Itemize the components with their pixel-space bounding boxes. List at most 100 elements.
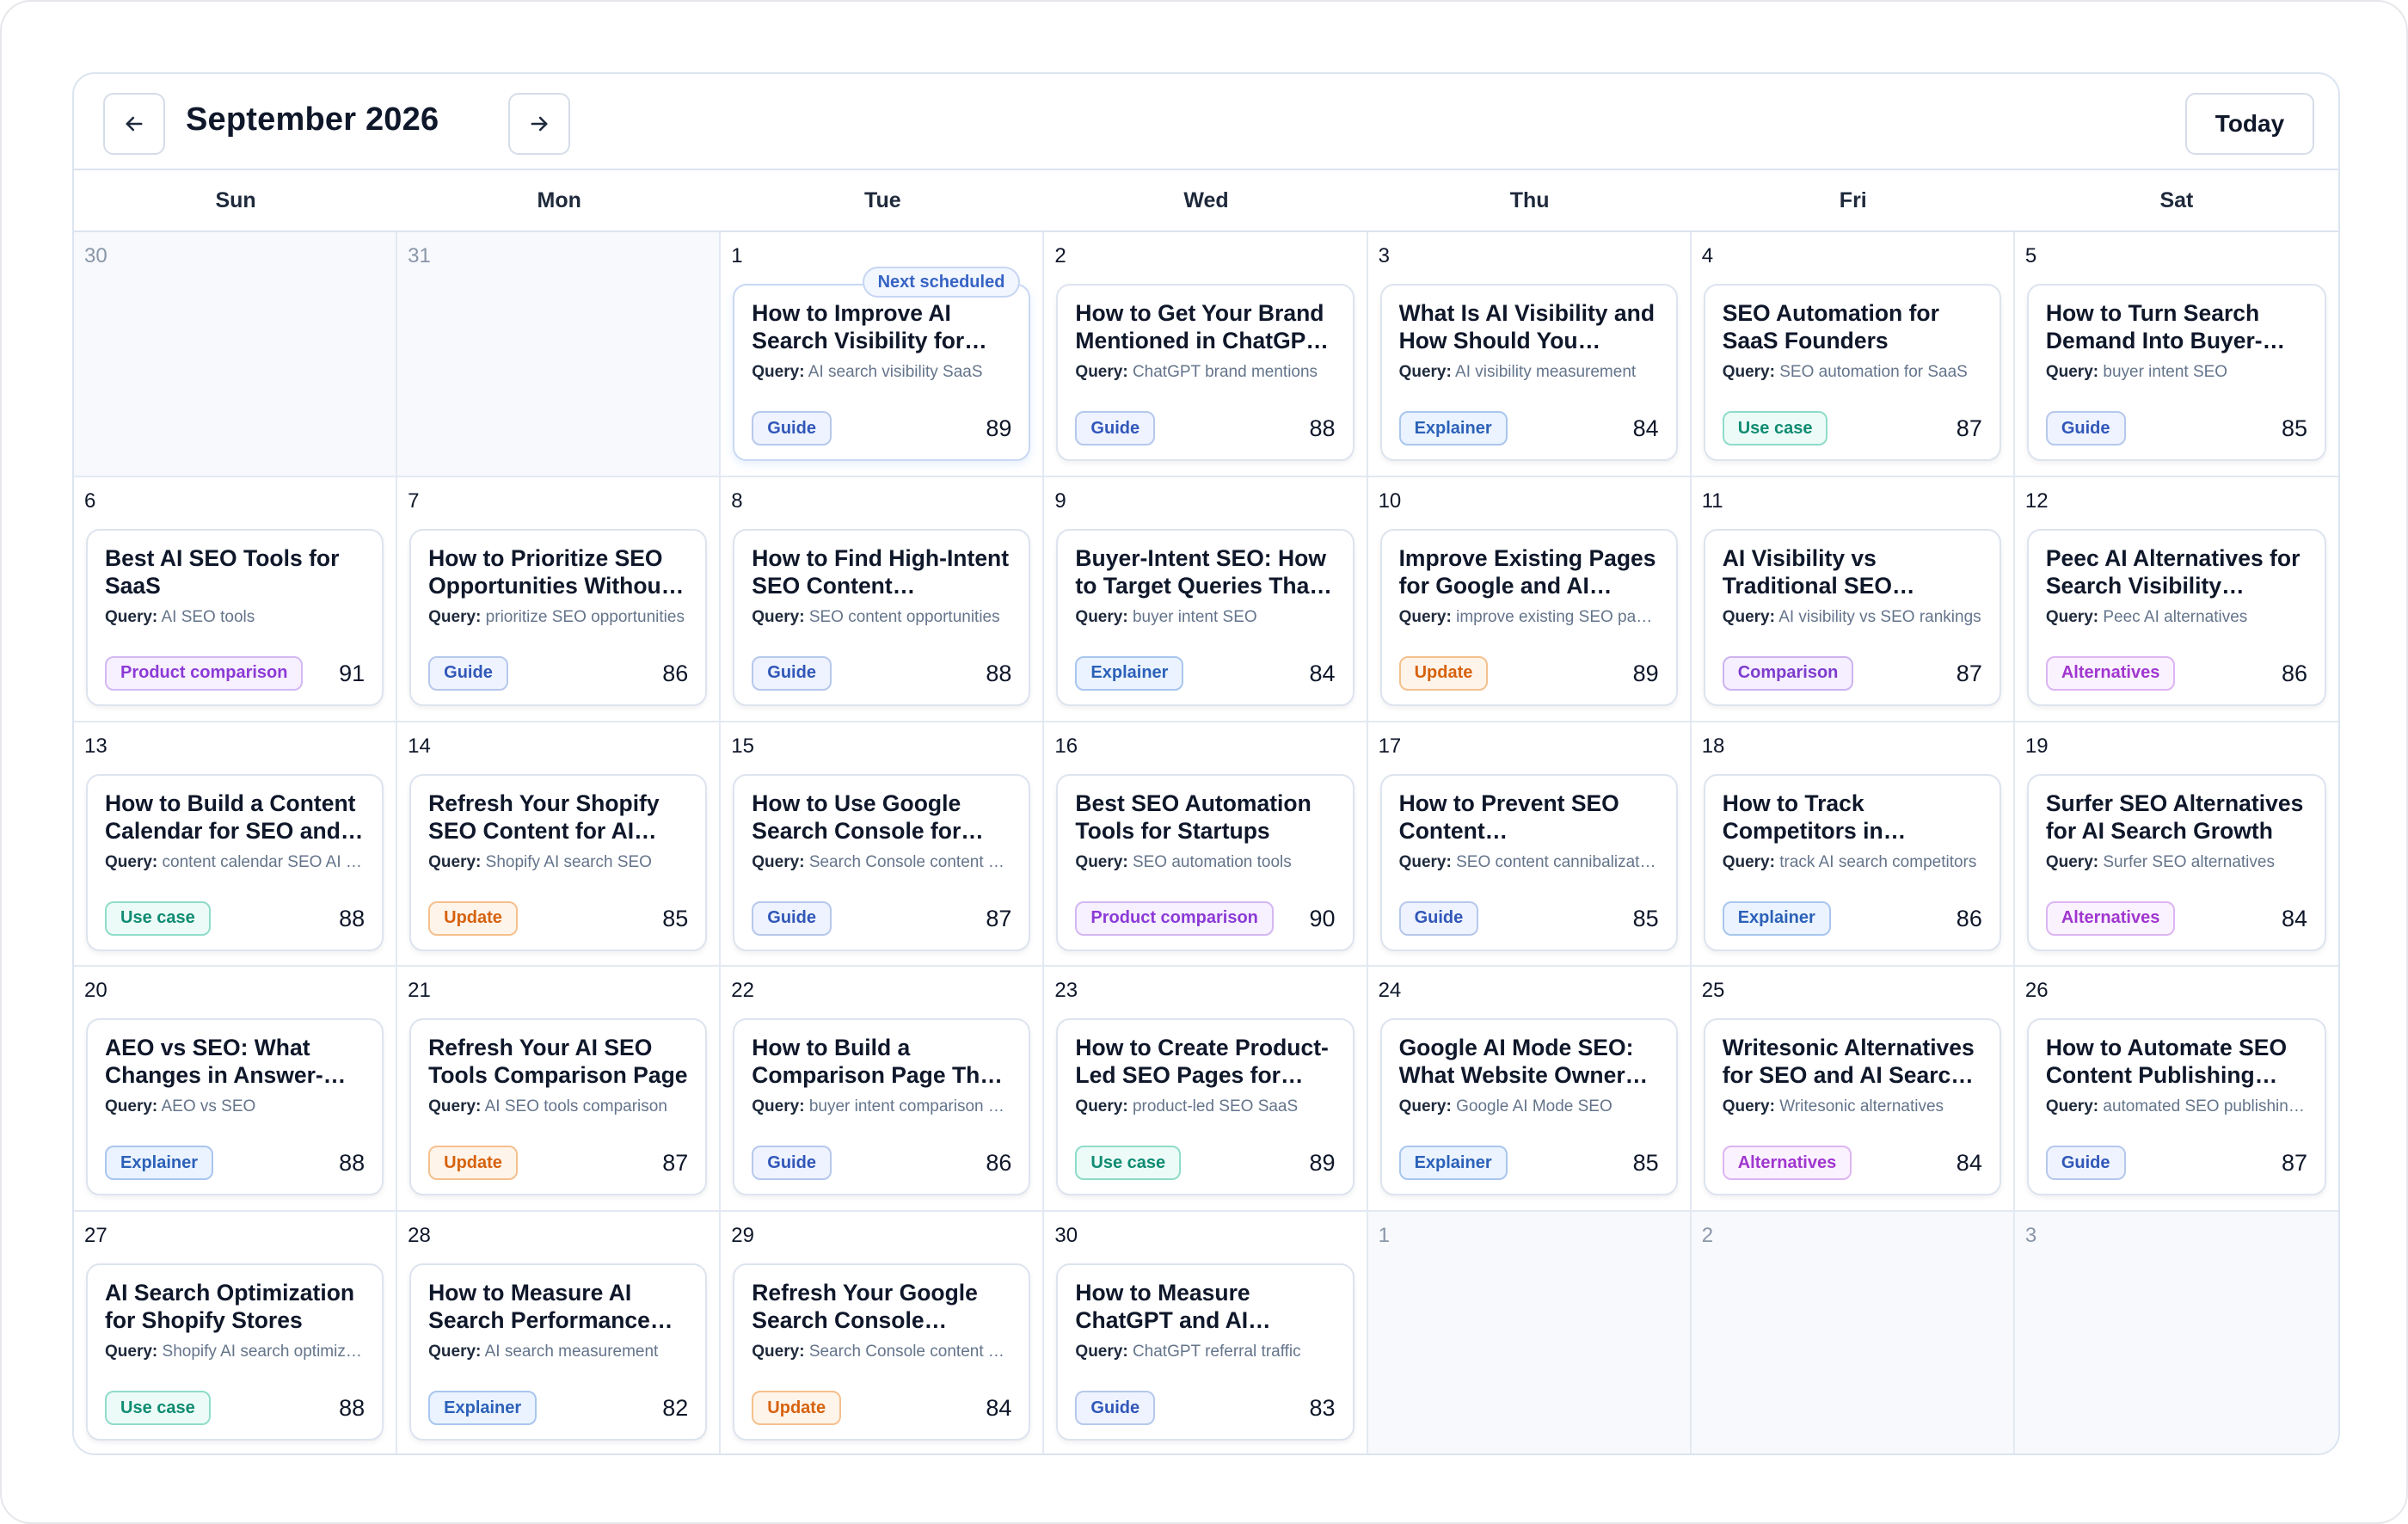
calendar-day[interactable]: 17 How to Prevent SEO Content Cannibaliza… — [1367, 722, 1692, 968]
content-card[interactable]: Refresh Your AI SEO Tools Comparison Pag… — [409, 1018, 708, 1196]
content-card[interactable]: Buyer-Intent SEO: How to Target Queries … — [1056, 528, 1354, 706]
calendar-day[interactable]: 29 Refresh Your Google Search Console Con… — [721, 1212, 1045, 1453]
today-button[interactable]: Today — [2185, 93, 2314, 155]
query-value: prioritize SEO opportunities — [485, 607, 685, 626]
calendar-day-outside-month[interactable]: 2 — [1691, 1212, 2015, 1453]
content-card[interactable]: How to Create Product-Led SEO Pages for … — [1056, 1018, 1354, 1196]
card-title: How to Prevent SEO Content Cannibalizati… — [1398, 790, 1619, 844]
content-card[interactable]: Refresh Your Shopify SEO Content for AI … — [409, 773, 708, 951]
content-type-tag: Comparison — [1722, 655, 1854, 691]
query-label: Query: — [1398, 607, 1452, 626]
previous-month-button[interactable] — [103, 93, 165, 155]
calendar-day[interactable]: 24 Google AI Mode SEO: What Website Owner… — [1367, 967, 1692, 1213]
calendar-day[interactable]: 4 SEO Automation for SaaS Founders Query: … — [1691, 232, 2015, 477]
calendar-day[interactable]: 18 How to Track Competitors in ChatGPT an… — [1691, 722, 2015, 968]
query-label: Query: — [1398, 1097, 1452, 1116]
content-card[interactable]: AEO vs SEO: What Changes in Answer-Engin… — [86, 1018, 384, 1196]
card-title: How to Automate SEO Content Publishing W… — [2045, 1035, 2288, 1089]
calendar-day[interactable]: 14 Refresh Your Shopify SEO Content for A… — [397, 722, 722, 968]
calendar-day[interactable]: 11 AI Visibility vs Traditional SEO Ranki… — [1691, 476, 2015, 722]
query-label: Query: — [752, 363, 805, 381]
query-label: Query: — [1075, 1343, 1128, 1361]
calendar-day[interactable]: 8 How to Find High-Intent SEO Content Opp… — [721, 476, 1045, 722]
content-card[interactable]: How to Prioritize SEO Opportunities With… — [409, 528, 708, 706]
card-title: How to Measure AI Search Performance and… — [428, 1280, 650, 1334]
content-card[interactable]: How to Build a Comparison Page That Conv… — [733, 1018, 1031, 1196]
content-card[interactable]: Peec AI Alternatives for Search Visibili… — [2026, 528, 2326, 706]
opportunity-score: 88 — [339, 1395, 366, 1422]
next-month-button[interactable] — [508, 93, 570, 155]
content-card[interactable]: What Is AI Visibility and How Should You… — [1379, 284, 1678, 461]
calendar-day[interactable]: 21 Refresh Your AI SEO Tools Comparison P… — [397, 967, 722, 1213]
calendar-day-outside-month[interactable]: 1 — [1367, 1212, 1692, 1453]
content-card[interactable]: How to Track Competitors in ChatGPT and … — [1703, 773, 2001, 951]
calendar-day[interactable]: 15 How to Use Google Search Console for C… — [721, 722, 1045, 968]
content-card[interactable]: How to Prevent SEO Content Cannibalizati… — [1379, 773, 1678, 951]
calendar-day[interactable]: 3 What Is AI Visibility and How Should Yo… — [1367, 232, 1692, 477]
opportunity-score: 87 — [1956, 415, 1982, 441]
content-card[interactable]: Best SEO Automation Tools for Startups Qu… — [1056, 773, 1354, 951]
calendar-day[interactable]: 12 Peec AI Alternatives for Search Visibi… — [2014, 476, 2338, 722]
content-type-tag: Use case — [1722, 411, 1828, 446]
card-query: Query: Surfer SEO alternatives — [2046, 851, 2307, 874]
calendar-day[interactable]: 16 Best SEO Automation Tools for Startups… — [1044, 722, 1368, 968]
calendar-day-outside-month[interactable]: 3 — [2014, 1212, 2338, 1453]
calendar-day[interactable]: 5 How to Turn Search Demand Into Buyer-In… — [2014, 232, 2338, 477]
calendar-day[interactable]: 25 Writesonic Alternatives for SEO and AI… — [1691, 967, 2015, 1213]
calendar-day[interactable]: 28 How to Measure AI Search Performance a… — [397, 1212, 722, 1453]
day-number: 12 — [2024, 489, 2049, 513]
calendar-day[interactable]: 23 How to Create Product-Led SEO Pages fo… — [1044, 967, 1368, 1213]
calendar-day-outside-month[interactable]: 30 — [74, 232, 398, 477]
calendar-day[interactable]: 20 AEO vs SEO: What Changes in Answer-Eng… — [74, 967, 398, 1213]
card-title: Buyer-Intent SEO: How to Target Queries … — [1075, 544, 1326, 599]
query-label: Query: — [1398, 363, 1452, 381]
content-card[interactable]: How to Use Google Search Console for Con… — [733, 773, 1031, 951]
content-card[interactable]: How to Measure AI Search Performance and… — [409, 1263, 708, 1441]
calendar-day[interactable]: 27 AI Search Optimization for Shopify Sto… — [74, 1212, 398, 1453]
content-card[interactable]: Next scheduled How to Improve AI Search V… — [733, 267, 1031, 461]
calendar-day[interactable]: 2 How to Get Your Brand Mentioned in Chat… — [1044, 232, 1368, 477]
content-card[interactable]: Writesonic Alternatives for SEO and AI S… — [1703, 1018, 2001, 1196]
weekday-label: Thu — [1509, 187, 1550, 212]
query-value: SEO automation for SaaS — [1779, 363, 1968, 381]
content-card[interactable]: How to Find High-Intent SEO Content Oppo… — [733, 528, 1031, 706]
calendar-day[interactable]: 26 How to Automate SEO Content Publishing… — [2014, 967, 2338, 1213]
content-card[interactable]: Google AI Mode SEO: What Website Owners … — [1379, 1018, 1678, 1196]
calendar-day-outside-month[interactable]: 31 — [397, 232, 722, 477]
content-card[interactable]: How to Automate SEO Content Publishing W… — [2026, 1018, 2326, 1196]
query-label: Query: — [1722, 607, 1775, 626]
month-title: September 2026 — [186, 101, 439, 138]
opportunity-score: 85 — [1632, 905, 1659, 931]
calendar-day[interactable]: 10 Improve Existing Pages for Google and … — [1367, 476, 1692, 722]
calendar-day[interactable]: 1 Next scheduled How to Improve AI Search … — [721, 232, 1045, 477]
calendar-day[interactable]: 19 Surfer SEO Alternatives for AI Search … — [2014, 722, 2338, 968]
opportunity-score: 85 — [1632, 1150, 1659, 1177]
content-card[interactable]: How to Get Your Brand Mentioned in ChatG… — [1056, 284, 1354, 461]
content-type-tag: Explainer — [1722, 900, 1831, 936]
content-card[interactable]: Surfer SEO Alternatives for AI Search Gr… — [2026, 773, 2326, 951]
content-card[interactable]: SEO Automation for SaaS Founders Query: S… — [1703, 284, 2001, 461]
opportunity-score: 88 — [339, 1150, 366, 1177]
calendar-day[interactable]: 30 How to Measure ChatGPT and AI Referral… — [1044, 1212, 1368, 1453]
content-card[interactable]: AI Search Optimization for Shopify Store… — [86, 1263, 384, 1441]
content-type-tag: Alternatives — [2045, 655, 2176, 691]
next-scheduled-badge: Next scheduled — [862, 267, 1021, 298]
query-value: AI SEO tools comparison — [484, 1097, 667, 1116]
content-type-tag: Product comparison — [1075, 900, 1274, 936]
content-card[interactable]: How to Turn Search Demand Into Buyer-Int… — [2026, 284, 2326, 461]
query-label: Query: — [1075, 852, 1128, 871]
query-value: Shopify AI search optimization — [162, 1343, 366, 1361]
content-card[interactable]: How to Measure ChatGPT and AI Referral T… — [1056, 1263, 1354, 1441]
query-label: Query: — [752, 1097, 805, 1116]
calendar-day[interactable]: 6 Best AI SEO Tools for SaaS Query: AI SEO… — [74, 476, 398, 722]
content-card[interactable]: AI Visibility vs Traditional SEO Ranking… — [1703, 528, 2001, 706]
content-card[interactable]: Best AI SEO Tools for SaaS Query: AI SEO … — [86, 528, 384, 706]
calendar-day[interactable]: 22 How to Build a Comparison Page That Co… — [721, 967, 1045, 1213]
calendar-day[interactable]: 9 Buyer-Intent SEO: How to Target Queries… — [1044, 476, 1368, 722]
content-card[interactable]: Improve Existing Pages for Google and AI… — [1379, 528, 1678, 706]
content-card[interactable]: How to Build a Content Calendar for SEO … — [86, 773, 384, 951]
content-card[interactable]: Refresh Your Google Search Console Conte… — [733, 1263, 1031, 1441]
card-title: How to Prioritize SEO Opportunities With… — [428, 544, 669, 599]
calendar-day[interactable]: 7 How to Prioritize SEO Opportunities Wit… — [397, 476, 722, 722]
calendar-day[interactable]: 13 How to Build a Content Calendar for SE… — [74, 722, 398, 968]
